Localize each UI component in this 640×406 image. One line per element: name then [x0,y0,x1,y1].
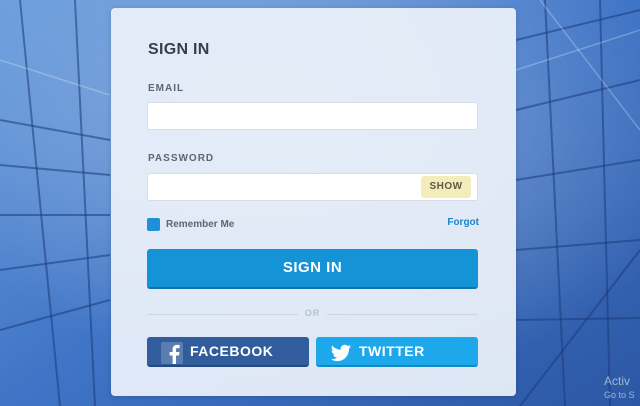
twitter-icon [330,344,352,362]
watermark-line-2: Go to S [604,390,635,400]
or-divider: OR [147,308,478,318]
facebook-login-button[interactable]: FACEBOOK [147,337,309,367]
email-label: EMAIL [148,83,185,94]
facebook-icon [161,342,183,364]
sign-in-button[interactable]: SIGN IN [147,249,478,289]
remember-me-checkbox[interactable]: Remember Me [147,216,234,232]
watermark-line-1: Activ [604,374,631,388]
checkbox-box[interactable] [147,217,160,231]
divider-line-right [327,314,478,315]
divider-or-label: OR [304,308,321,318]
desktop-background: Activ Go to S SIGN IN EMAIL PASSWORD SHO… [0,0,640,406]
divider-line-left [147,314,298,315]
page-title: SIGN IN [148,41,210,58]
login-card: SIGN IN EMAIL PASSWORD SHOW Remember Me … [111,8,516,396]
email-field[interactable] [147,102,478,130]
windows-activation-watermark: Activ Go to S [604,374,640,402]
twitter-button-label: TWITTER [359,343,425,359]
facebook-button-label: FACEBOOK [190,343,274,359]
remember-me-label: Remember Me [166,218,235,230]
forgot-password-link[interactable]: Forgot [447,217,479,228]
password-label: PASSWORD [148,153,215,164]
show-password-button[interactable]: SHOW [421,176,471,198]
twitter-login-button[interactable]: TWITTER [316,337,478,367]
